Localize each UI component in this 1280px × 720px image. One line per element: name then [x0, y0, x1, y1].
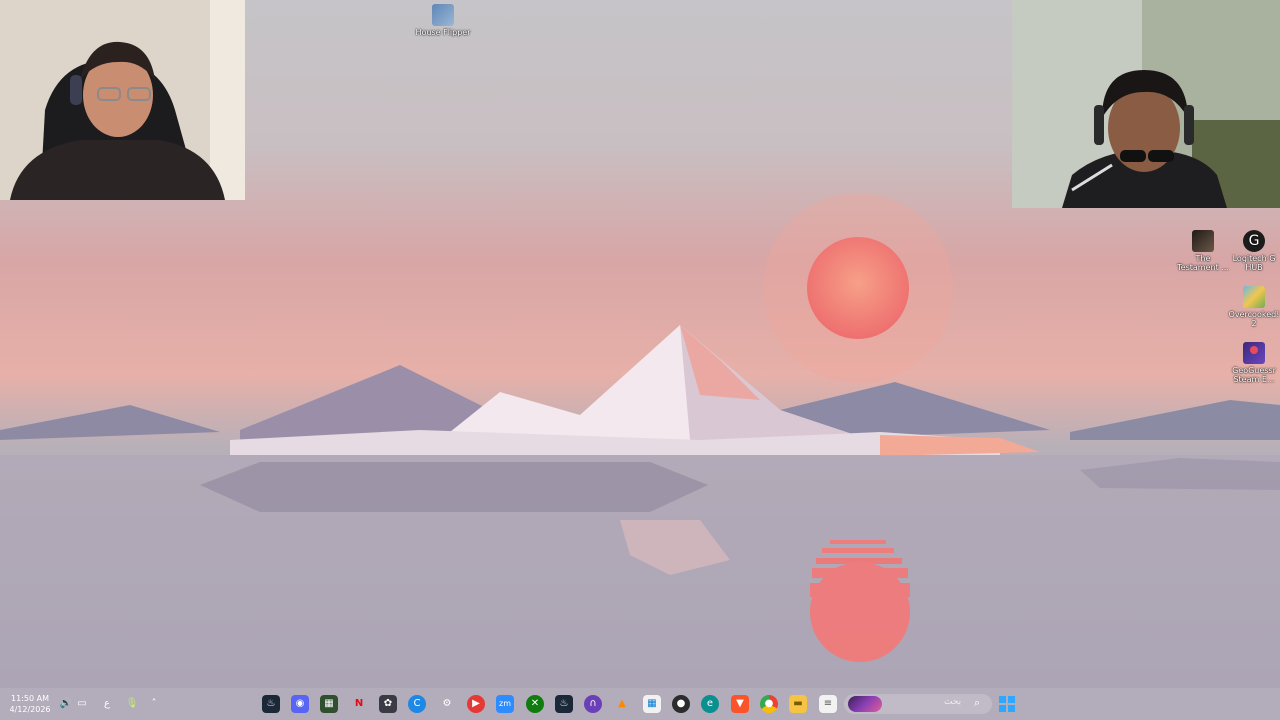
desktop-shortcut-the-testament[interactable]: The Testament ... [1174, 230, 1232, 272]
overcooked2-shortcut-icon [1243, 286, 1265, 308]
logitech-ghub-shortcut-icon: G [1243, 230, 1265, 252]
shortcut-label: Overcooked! 2 [1228, 310, 1280, 328]
brave-icon[interactable]: ▼ [731, 695, 749, 713]
vlc-icon[interactable]: ▲ [613, 695, 631, 713]
microsoft-store-icon[interactable]: ▦ [643, 695, 661, 713]
desktop-shortcut-logitech-ghub[interactable]: G Logitech G HUB [1225, 230, 1280, 272]
youtube-music-icon[interactable]: ▶ [467, 695, 485, 713]
chrome-icon[interactable]: ● [760, 695, 778, 713]
obs-icon[interactable]: ● [672, 695, 690, 713]
network-icon[interactable]: ▭ [75, 697, 89, 711]
steelseries-icon[interactable]: ⚙ [438, 695, 456, 713]
zoom-icon[interactable]: zm [496, 695, 514, 713]
steam-icon[interactable]: ♨ [555, 695, 573, 713]
taskbar [0, 688, 1280, 720]
search-icon: ⌕ [974, 696, 981, 709]
desktop-shortcut-overcooked2[interactable]: Overcooked! 2 [1225, 286, 1280, 328]
notepad-icon[interactable]: ≡ [819, 695, 837, 713]
clock-time: 11:50 AM [11, 694, 49, 703]
search-placeholder: بحث [944, 697, 962, 707]
edge-icon[interactable]: e [701, 695, 719, 713]
sun-reflection [810, 540, 910, 662]
desktop-shortcut-house-flipper[interactable]: House Flipper [414, 4, 472, 37]
taskbar-search-box[interactable]: بحث ⌕ [844, 694, 992, 714]
chevron-up-icon[interactable]: ˄ [147, 697, 161, 711]
shortcut-label: Logitech G HUB [1232, 254, 1276, 272]
discord-icon[interactable]: ◉ [291, 695, 309, 713]
davinci-resolve-icon[interactable]: ✿ [379, 695, 397, 713]
webcam-feed-right [1012, 0, 1280, 208]
cursor-app-icon[interactable]: C [408, 695, 426, 713]
shortcut-label: The Testament ... [1177, 254, 1229, 272]
desktop-shortcut-geoguessr[interactable]: GeoGuessr Steam E... [1225, 342, 1280, 384]
start-button[interactable] [999, 696, 1015, 712]
search-highlight-image [848, 696, 882, 712]
taskbar-clock[interactable]: 11:50 AM 4/12/2026 [6, 693, 54, 715]
file-explorer-icon[interactable]: ▬ [789, 695, 807, 713]
input-language-indicator[interactable]: ع [100, 697, 114, 711]
shortcut-label: GeoGuessr Steam E... [1232, 366, 1276, 384]
audio-app-icon[interactable]: ∩ [584, 695, 602, 713]
photo-editor-icon[interactable]: ▦ [320, 695, 338, 713]
speaker-icon[interactable]: 🔊 [59, 697, 73, 711]
the-testament-shortcut-icon [1192, 230, 1214, 252]
microphone-icon[interactable]: 🎙 [125, 697, 139, 711]
house-flipper-shortcut-icon [432, 4, 454, 26]
geoguessr-shortcut-icon [1243, 342, 1265, 364]
shortcut-label: House Flipper [415, 28, 471, 37]
netflix-icon[interactable]: N [350, 695, 368, 713]
xbox-icon[interactable]: ✕ [526, 695, 544, 713]
webcam-feed-left [0, 0, 245, 200]
sun-shape [807, 237, 909, 339]
clock-date: 4/12/2026 [9, 705, 51, 714]
steam-icon[interactable]: ♨ [262, 695, 280, 713]
